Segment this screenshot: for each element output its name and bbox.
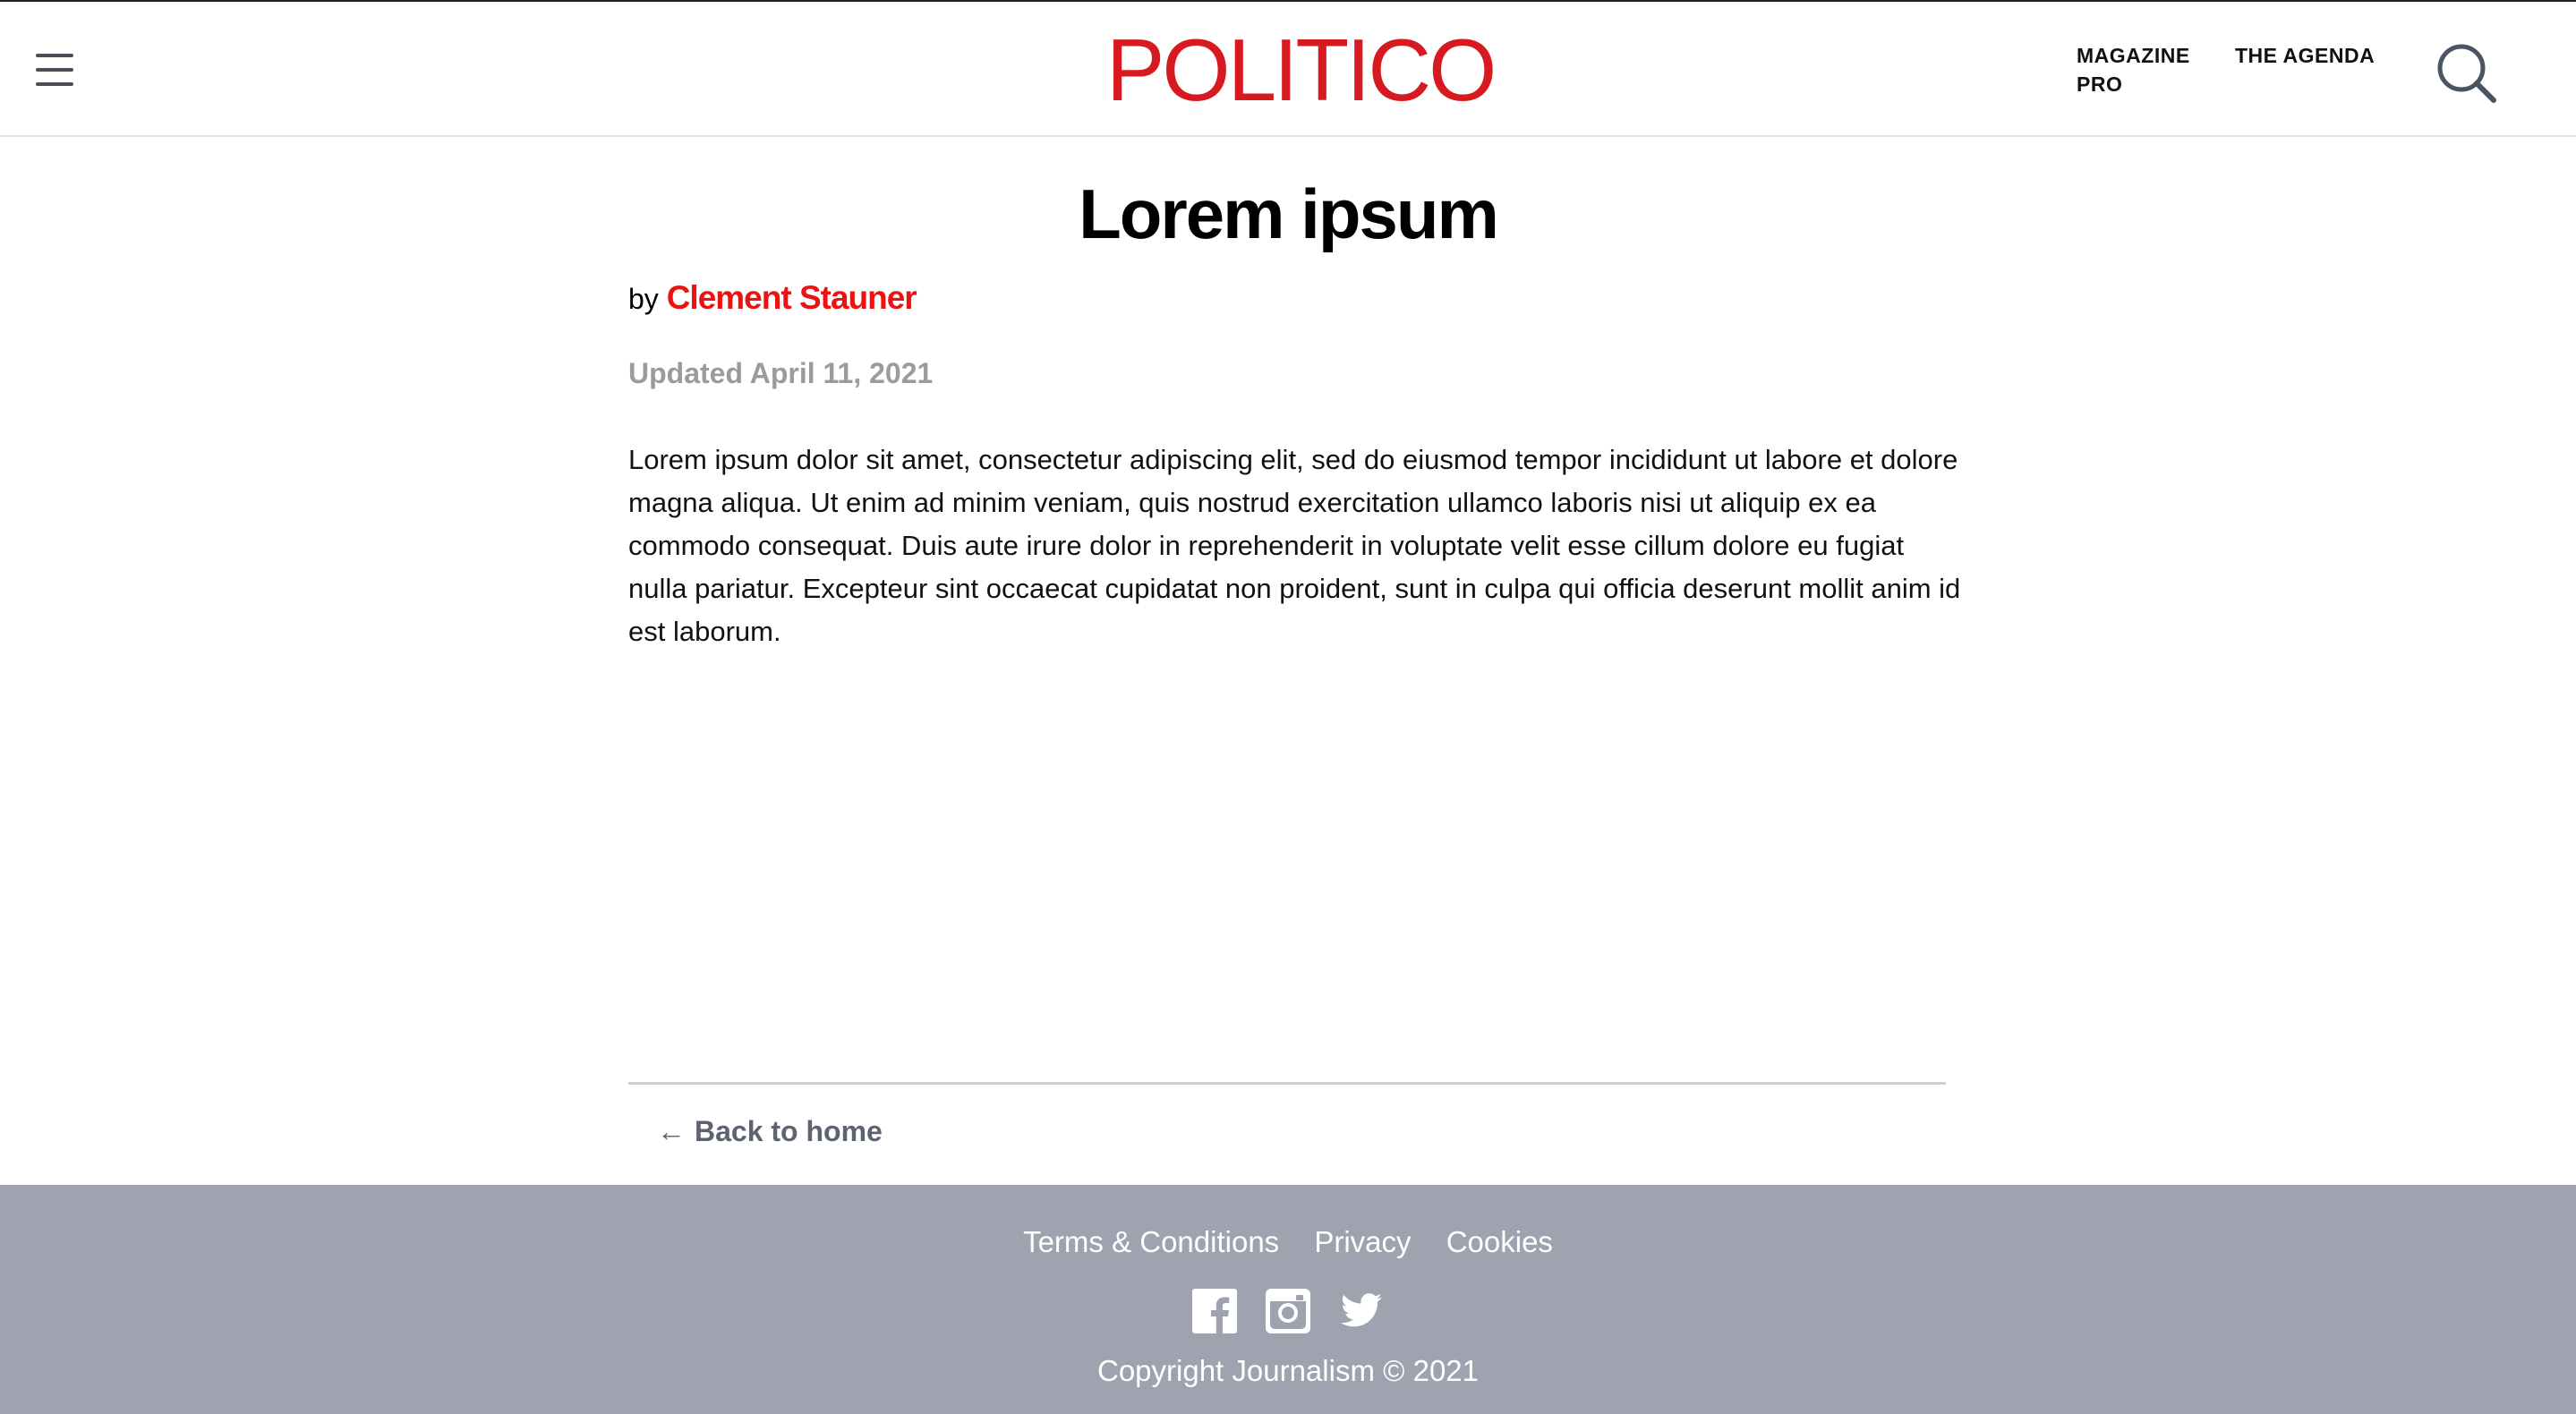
search-icon[interactable]	[2431, 38, 2503, 109]
social-links	[0, 1289, 2576, 1333]
footer-link-terms[interactable]: Terms & Conditions	[1023, 1225, 1279, 1258]
facebook-icon[interactable]	[1192, 1289, 1237, 1333]
menu-bar	[36, 82, 73, 86]
arrow-left-icon: ←	[657, 1115, 686, 1147]
byline: by Clement Stauner	[628, 280, 917, 317]
back-to-home-link[interactable]: ← Back to home	[657, 1113, 883, 1149]
nav-magazine-pro[interactable]: MAGAZINE PRO	[2077, 41, 2220, 98]
site-header: POLITICO MAGAZINE PRO THE AGENDA	[0, 2, 2576, 137]
back-link-label: Back to home	[695, 1115, 883, 1147]
divider	[628, 1082, 1946, 1085]
site-footer: Terms & Conditions Privacy Cookies Copyr…	[0, 1185, 2576, 1414]
byline-prefix: by	[628, 283, 659, 315]
article-body: Lorem ipsum dolor sit amet, consectetur …	[628, 444, 1961, 647]
author-link[interactable]: Clement Stauner	[667, 279, 917, 316]
article-title: Lorem ipsum	[1079, 175, 1499, 253]
footer-links: Terms & Conditions Privacy Cookies	[0, 1222, 2576, 1262]
site-logo[interactable]: POLITICO	[1106, 25, 1497, 115]
footer-link-privacy[interactable]: Privacy	[1314, 1225, 1411, 1258]
menu-bar	[36, 54, 73, 57]
hamburger-menu-icon[interactable]	[32, 50, 79, 89]
footer-link-cookies[interactable]: Cookies	[1446, 1225, 1553, 1258]
instagram-icon[interactable]	[1266, 1289, 1310, 1333]
nav-the-agenda[interactable]: THE AGENDA	[2235, 41, 2414, 70]
menu-bar	[36, 68, 73, 72]
copyright: Copyright Journalism © 2021	[1096, 1354, 1480, 1387]
twitter-icon[interactable]	[1339, 1289, 1384, 1333]
updated-date: Updated April 11, 2021	[628, 357, 934, 389]
